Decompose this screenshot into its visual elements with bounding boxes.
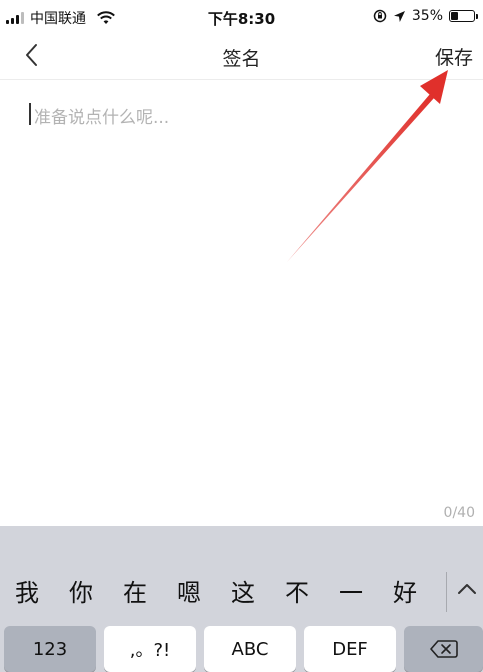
delete-icon [429,640,458,658]
candidate-divider [446,572,447,612]
candidate-word[interactable]: 这 [216,573,270,608]
textarea-placeholder: 准备说点什么呢... [34,108,170,128]
candidate-word[interactable]: 不 [270,573,324,608]
location-arrow-icon [393,10,405,22]
candidate-word[interactable]: 你 [54,573,108,608]
abc-key[interactable]: ABC [204,626,296,672]
candidate-bar: 我 你 在 嗯 这 不 一 好 [0,570,483,610]
annotation-arrow-icon [287,70,448,262]
keyboard: 我 你 在 嗯 这 不 一 好 123 ,。?! ABC DEF [0,526,483,672]
punctuation-key[interactable]: ,。?! [104,626,196,672]
candidate-word[interactable]: 我 [0,573,54,608]
candidate-word[interactable]: 一 [324,573,378,608]
key-row: 123 ,。?! ABC DEF [0,626,483,672]
numbers-key[interactable]: 123 [4,626,96,672]
battery-icon [449,10,478,22]
status-right: 35% [373,8,478,24]
candidate-word[interactable]: 嗯 [162,573,216,608]
candidate-word[interactable]: 在 [108,573,162,608]
char-counter: 0/40 [443,505,475,521]
delete-key[interactable] [404,626,483,672]
battery-percent: 35% [411,8,443,24]
candidate-word[interactable]: 好 [378,573,432,608]
status-bar: 中国联通 下午8:30 35% [0,0,483,32]
text-caret [29,103,31,125]
chevron-up-icon[interactable] [456,580,478,598]
chevron-left-icon[interactable] [18,40,48,70]
orientation-lock-icon [373,9,387,23]
def-key[interactable]: DEF [304,626,396,672]
